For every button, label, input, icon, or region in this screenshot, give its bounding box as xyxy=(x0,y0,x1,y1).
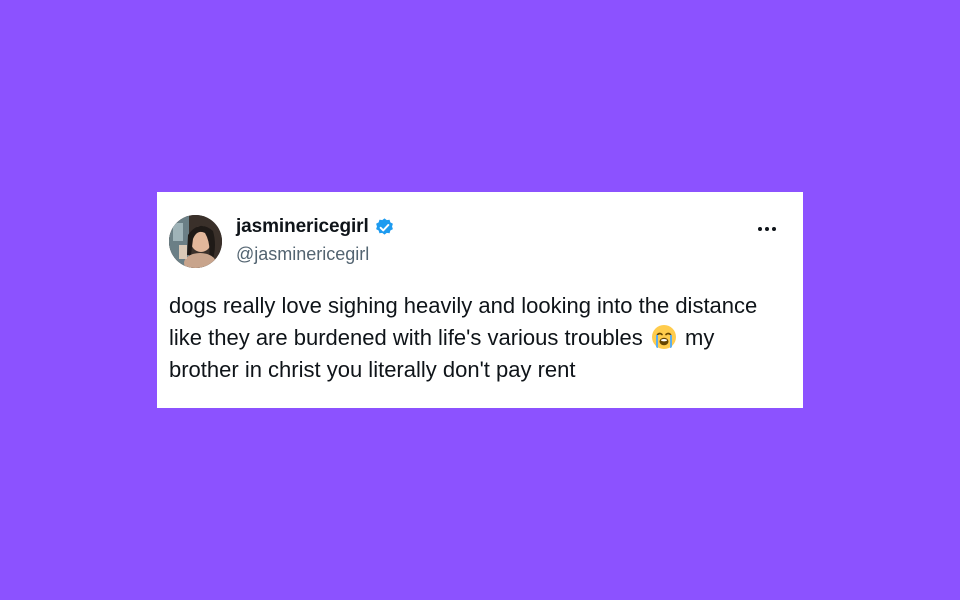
more-options-icon[interactable] xyxy=(753,219,781,239)
user-handle[interactable]: @jasminericegirl xyxy=(236,244,369,265)
more-dot xyxy=(765,227,769,231)
more-dot xyxy=(758,227,762,231)
tweet-card: jasminericegirl @jasminericegirl dogs re… xyxy=(157,192,803,408)
tweet-text: dogs really love sighing heavily and loo… xyxy=(169,290,789,386)
loudly-crying-face-emoji xyxy=(651,324,677,350)
name-row: jasminericegirl xyxy=(236,216,395,238)
avatar-photo xyxy=(169,215,222,268)
more-dot xyxy=(772,227,776,231)
verified-badge-icon xyxy=(374,217,395,238)
avatar[interactable] xyxy=(169,215,222,268)
display-name[interactable]: jasminericegirl xyxy=(236,216,369,238)
